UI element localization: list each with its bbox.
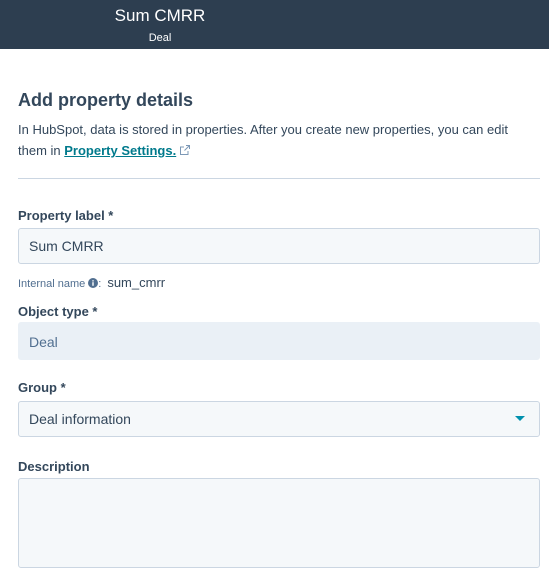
external-link-icon[interactable] [180, 145, 191, 155]
description-textarea[interactable] [18, 478, 540, 568]
group-select[interactable]: Deal information [18, 401, 540, 437]
section-description: In HubSpot, data is stored in properties… [18, 119, 538, 161]
object-type-label: Object type * [18, 304, 98, 319]
property-settings-link[interactable]: Property Settings. [64, 143, 176, 158]
info-icon[interactable] [88, 278, 99, 288]
dialog-header: Sum CMRR Deal [0, 0, 549, 49]
property-label-label: Property label * [18, 208, 114, 223]
divider [18, 178, 540, 179]
header-title: Sum CMRR [114, 6, 206, 25]
section-title: Add property details [18, 90, 194, 110]
object-type-input: Deal [18, 322, 540, 360]
group-label: Group * [18, 380, 66, 395]
property-label-input[interactable]: Sum CMRR [18, 228, 540, 264]
header-subtitle: Deal [148, 32, 172, 44]
internal-name-colon: : [98, 278, 102, 290]
internal-name-value: sum_cmrr [107, 275, 166, 290]
group-select-value: Deal information [29, 411, 131, 427]
description-label: Description [18, 459, 90, 474]
internal-name-label: Internal name [18, 278, 86, 290]
caret-down-icon[interactable] [515, 416, 525, 421]
internal-name-row: Internal name: sum_cmrr [18, 275, 165, 290]
